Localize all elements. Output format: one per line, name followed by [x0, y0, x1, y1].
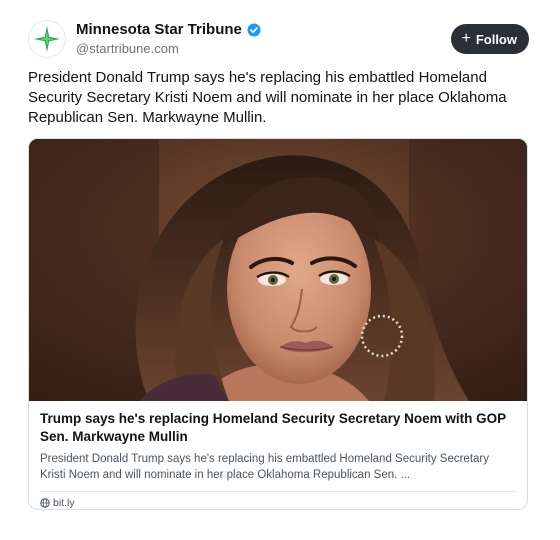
verified-badge-icon	[247, 23, 261, 37]
post-text: President Donald Trump says he's replaci…	[28, 69, 507, 126]
star-logo-icon	[34, 26, 60, 52]
link-card-divider	[40, 491, 516, 492]
link-card-description: President Donald Trump says he's replaci…	[40, 453, 489, 481]
link-card[interactable]: Trump says he's replacing Homeland Secur…	[28, 138, 528, 510]
author-display-name[interactable]: Minnesota Star Tribune	[76, 21, 242, 39]
author-name-row: Minnesota Star Tribune	[76, 21, 261, 39]
link-card-domain-row: bit.ly	[40, 497, 516, 509]
link-card-title[interactable]: Trump says he's replacing Homeland Secur…	[40, 410, 516, 446]
link-card-image	[29, 139, 527, 401]
globe-icon	[40, 498, 50, 508]
author-handle[interactable]: @startribune.com	[76, 40, 261, 58]
portrait-illustration	[29, 139, 527, 401]
follow-button[interactable]: + Follow	[451, 24, 529, 54]
link-card-domain[interactable]: bit.ly	[53, 497, 75, 509]
social-post: Minnesota Star Tribune @startribune.com …	[0, 0, 560, 540]
author-block: Minnesota Star Tribune @startribune.com	[76, 21, 261, 58]
follow-button-label: Follow	[475, 31, 517, 47]
link-card-body: Trump says he's replacing Homeland Secur…	[29, 401, 527, 509]
plus-icon: +	[461, 30, 471, 47]
post-header: Minnesota Star Tribune @startribune.com …	[28, 20, 532, 60]
avatar[interactable]	[28, 20, 66, 58]
